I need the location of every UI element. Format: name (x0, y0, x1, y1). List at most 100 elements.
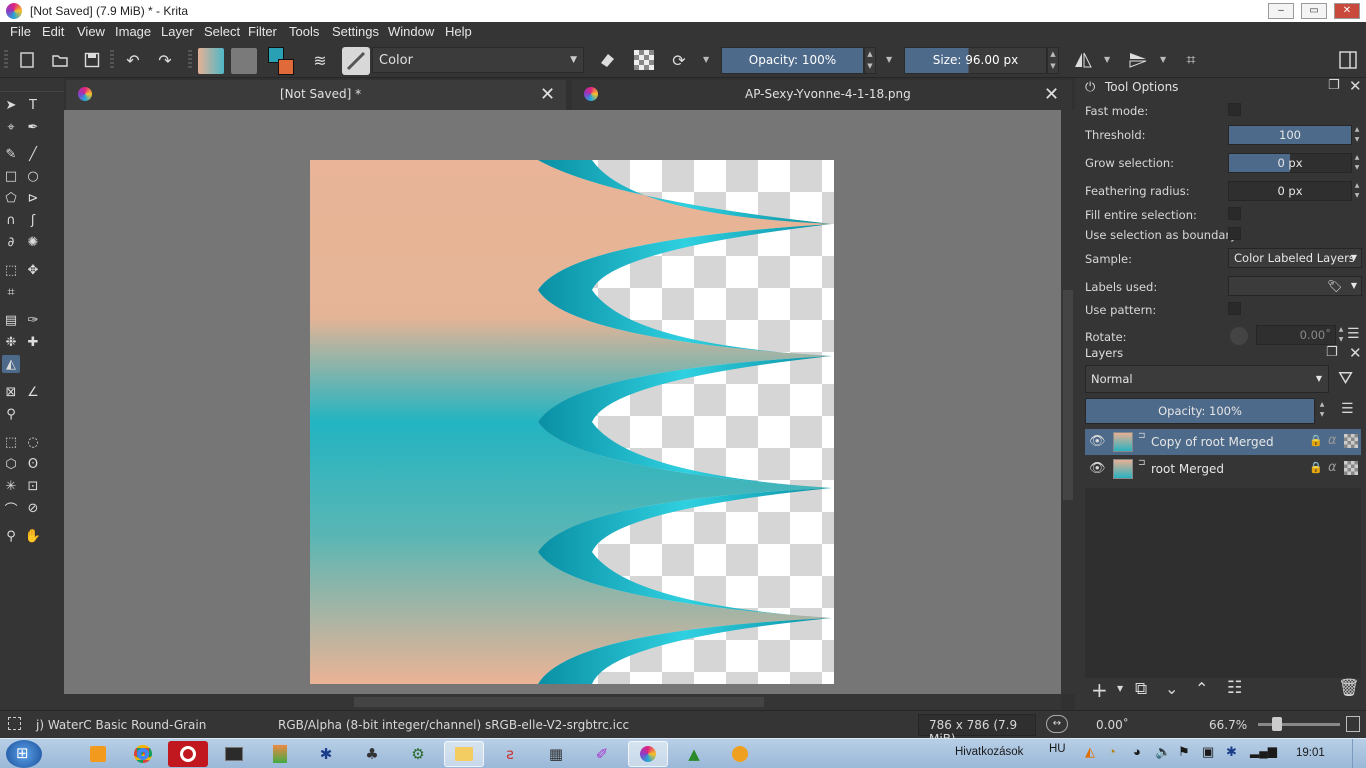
similar-select-icon[interactable]: ⊡ (24, 477, 42, 495)
menu-view[interactable]: View (77, 24, 105, 39)
menu-filter[interactable]: Filter (248, 24, 277, 39)
zoom-tool-icon[interactable]: ⚲ (2, 527, 20, 545)
app-icon[interactable]: ⚙ (398, 741, 438, 767)
eye-icon[interactable]: 👁 (1089, 461, 1106, 476)
pan-tool-icon[interactable]: ✋ (24, 527, 42, 545)
sample-select[interactable]: Color Labeled Layers ▼ (1228, 248, 1362, 268)
new-document-icon[interactable] (17, 50, 37, 70)
tab-not-saved[interactable]: [Not Saved] * ✕ (66, 80, 566, 110)
move-tool-icon[interactable]: ✥ (24, 261, 42, 279)
app-icon[interactable] (214, 741, 254, 767)
opacity-spin[interactable]: ▲ ▼ (864, 47, 876, 74)
bluetooth-icon[interactable]: ✱ (1226, 744, 1237, 760)
zoom-slider-handle[interactable] (1272, 717, 1282, 731)
menu-window[interactable]: Window (388, 24, 434, 39)
reference-images-icon[interactable]: ⚲ (2, 405, 20, 423)
tray-app-icon[interactable]: ▣ (1202, 744, 1214, 760)
chevron-down-icon[interactable]: ▼ (1104, 55, 1110, 64)
menu-icon[interactable]: ☰ (1341, 401, 1354, 417)
rotate-dial[interactable] (1230, 327, 1248, 345)
line-tool-icon[interactable]: ╱ (24, 145, 42, 163)
lock-icon[interactable]: 🔒 (1309, 461, 1323, 474)
open-folder-icon[interactable] (50, 50, 70, 70)
alpha-lock-icon[interactable] (1344, 461, 1358, 475)
app-icon[interactable]: ♣ (352, 741, 392, 767)
rotation-reset-icon[interactable]: ↔ (1046, 715, 1068, 733)
menu-image[interactable]: Image (115, 24, 151, 39)
fullscreen-icon[interactable] (1346, 716, 1360, 732)
app-icon[interactable] (260, 741, 300, 767)
size-slider[interactable]: Size: 96.00 px (904, 47, 1047, 74)
fill-tool-icon[interactable]: ◭ (2, 355, 20, 373)
layer-row-root-merged[interactable]: 👁 ⊐ root Merged 🔒 α (1085, 456, 1361, 482)
toolbar-grip[interactable] (110, 50, 114, 70)
app-icon[interactable] (720, 741, 760, 767)
close-docker-icon[interactable]: ✕ (1349, 344, 1362, 362)
alpha-inherit-icon[interactable]: α (1328, 433, 1337, 448)
reload-preset-icon[interactable]: ⟳ (669, 50, 689, 70)
links-toolbar[interactable]: Hivatkozások (955, 746, 1023, 758)
crop-tool-icon[interactable]: ⌗ (2, 283, 20, 301)
measure-tool-icon[interactable]: ∠ (24, 383, 42, 401)
mirror-vertical-icon[interactable] (1128, 50, 1148, 70)
tray-app-icon[interactable]: ◭ (1085, 744, 1095, 760)
opacity-slider[interactable]: Opacity: 100% (721, 47, 864, 74)
tray-app-icon[interactable]: ◕ (1133, 744, 1141, 759)
layer-opacity-spin[interactable]: ▲ ▼ (1317, 400, 1327, 420)
brush-settings-icon[interactable]: ≋ (310, 50, 330, 70)
fg-bg-color-icon[interactable] (268, 47, 296, 75)
start-button[interactable]: ⊞ (6, 740, 42, 768)
freehand-select-icon[interactable]: ʘ (24, 455, 42, 473)
add-layer-icon[interactable]: + (1091, 678, 1108, 702)
undo-icon[interactable]: ↶ (123, 50, 143, 70)
scrollbar-thumb[interactable] (1063, 290, 1073, 500)
feathering-slider[interactable]: 0 px (1228, 181, 1352, 201)
freehand-path-icon[interactable]: ʃ (24, 211, 42, 229)
close-docker-icon[interactable]: ✕ (1349, 77, 1362, 95)
canvas-area[interactable] (64, 110, 1061, 694)
alpha-inherit-icon[interactable]: α (1328, 460, 1337, 475)
menu-edit[interactable]: Edit (42, 24, 64, 39)
menu-layer[interactable]: Layer (161, 24, 194, 39)
krita-taskbar-icon[interactable] (628, 741, 668, 767)
media-player-icon[interactable] (78, 741, 118, 767)
ellipse-tool-icon[interactable]: ○ (24, 167, 42, 185)
use-pattern-checkbox[interactable] (1228, 302, 1241, 315)
app-icon[interactable]: ▦ (536, 741, 576, 767)
feathering-spin[interactable]: ▲ ▼ (1352, 181, 1362, 201)
zoom-slider[interactable] (1258, 723, 1340, 726)
polygon-select-icon[interactable]: ⬡ (2, 455, 20, 473)
threshold-spin[interactable]: ▲ ▼ (1352, 125, 1362, 145)
chevron-down-icon[interactable]: ▼ (1117, 684, 1123, 693)
opera-icon[interactable] (168, 741, 208, 767)
duplicate-layer-icon[interactable]: ⧉ (1135, 679, 1147, 699)
show-desktop-button[interactable] (1352, 739, 1366, 768)
bezier-tool-icon[interactable]: ∩ (2, 211, 20, 229)
app-icon[interactable]: ƨ (490, 741, 530, 767)
multibrush-icon[interactable]: ✺ (24, 233, 42, 251)
magnetic-select-icon[interactable]: ⊘ (24, 499, 42, 517)
network-icon[interactable]: ▂▄▆ (1250, 744, 1277, 758)
bezier-select-icon[interactable]: ⌒ (2, 499, 20, 518)
colorize-mask-icon[interactable]: ❉ (2, 333, 20, 351)
clock[interactable]: 19:01 (1296, 747, 1325, 759)
alpha-lock-icon[interactable] (634, 50, 654, 70)
chevron-down-icon[interactable]: ▼ (886, 55, 892, 64)
horizontal-scrollbar[interactable] (64, 694, 1061, 710)
eraser-icon[interactable] (597, 50, 617, 70)
menu-help[interactable]: Help (445, 24, 472, 39)
select-shapes-icon[interactable]: ➤ (2, 96, 20, 114)
labels-used-select[interactable]: 🏷 ▼ (1228, 276, 1362, 296)
dynamic-brush-icon[interactable]: ∂ (2, 233, 20, 251)
chevron-down-icon[interactable]: ▼ (703, 55, 709, 64)
tab-ap-sexy-yvonne[interactable]: AP-Sexy-Yvonne-4-1-18.png ✕ (572, 80, 1072, 110)
lock-icon[interactable]: 🔒 (1309, 434, 1323, 447)
assistant-tool-icon[interactable]: ⊠ (2, 383, 20, 401)
polygon-tool-icon[interactable]: ⬠ (2, 189, 20, 207)
move-layer-up-icon[interactable]: ⌃ (1195, 679, 1208, 698)
docker-toggle-icon[interactable] (1338, 50, 1358, 70)
toolbar-grip[interactable] (4, 50, 8, 70)
close-button[interactable]: ✕ (1334, 3, 1360, 19)
fill-entire-checkbox[interactable] (1228, 207, 1241, 220)
blend-mode-select[interactable]: Color ▼ (372, 47, 584, 73)
